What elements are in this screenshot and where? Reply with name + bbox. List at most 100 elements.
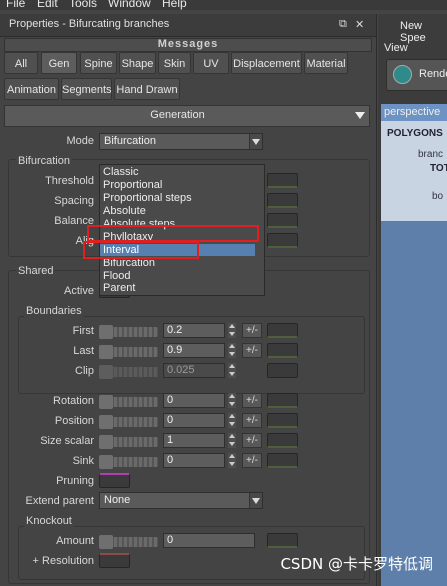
position-slider-knob[interactable] [99,415,113,429]
sink-curve-swatch[interactable] [267,453,298,468]
rotation-plusminus-button[interactable]: +/- [242,393,262,408]
mode-option-proportional[interactable]: Proportional [103,179,162,191]
size-scalar-slider-knob[interactable] [99,435,113,449]
first-curve-swatch[interactable] [267,323,298,338]
clip-field[interactable]: 0.025 [163,363,225,378]
sink-plusminus-button[interactable]: +/- [242,453,262,468]
size-scalar-field[interactable]: 1 [163,433,225,448]
rotation-slider-knob[interactable] [99,395,113,409]
position-curve-swatch[interactable] [267,413,298,428]
resolution-curve-swatch[interactable] [99,553,130,568]
properties-panel: Properties - Bifurcating branches ⧉ ✕ Me… [0,14,377,586]
spacing-curve-swatch[interactable] [267,193,298,208]
tab-shape[interactable]: Shape [119,52,156,74]
align-curve-swatch[interactable] [267,233,298,248]
viewport-tab[interactable]: New Spee [400,20,447,44]
render-button[interactable]: Rende [386,59,447,91]
menu-edit[interactable]: Edit [37,0,58,10]
last-curve-swatch[interactable] [267,343,298,358]
sink-slider[interactable] [99,455,158,469]
annotation-box-interval [87,225,259,242]
rotation-field[interactable]: 0 [163,393,225,408]
clip-slider[interactable] [99,365,158,379]
size-scalar-curve-swatch[interactable] [267,433,298,448]
last-slider[interactable] [99,345,158,359]
position-field[interactable]: 0 [163,413,225,428]
first-slider-knob[interactable] [99,325,113,339]
size-scalar-slider[interactable] [99,435,158,449]
size-scalar-plusminus-button[interactable]: +/- [242,433,262,448]
amount-slider-knob[interactable] [99,535,113,549]
last-field[interactable]: 0.9 [163,343,225,358]
tab-animation[interactable]: Animation [4,78,59,100]
position-plusminus-button[interactable]: +/- [242,413,262,428]
pruning-curve-swatch[interactable] [99,473,130,488]
mode-option-proportional-steps[interactable]: Proportional steps [103,192,192,204]
tab-segments[interactable]: Segments [61,78,112,100]
mode-option-classic[interactable]: Classic [103,166,138,178]
tab-displacement[interactable]: Displacement [231,52,302,74]
rotation-slider[interactable] [99,395,158,409]
tab-skin[interactable]: Skin [158,52,191,74]
rotation-stepper[interactable] [228,393,236,408]
perspective-tab[interactable]: perspective [381,104,447,121]
pruning-label: Pruning [56,475,94,487]
knockout-group-label: Knockout [24,515,74,527]
messages-label: Messages [157,38,219,50]
size-scalar-stepper[interactable] [228,433,236,448]
clip-stepper[interactable] [228,363,236,378]
menu-file[interactable]: File [6,0,25,10]
tab-hand-drawn[interactable]: Hand Drawn [114,78,180,100]
first-slider[interactable] [99,325,158,339]
last-slider-knob[interactable] [99,345,113,359]
mode-option-flood[interactable]: Flood [103,270,131,282]
mode-option-absolute[interactable]: Absolute [103,205,146,217]
panel-title-bar[interactable]: Properties - Bifurcating branches ⧉ ✕ [0,14,376,37]
tab-material[interactable]: Material [304,52,348,74]
rotation-curve-swatch[interactable] [267,393,298,408]
panel-title: Properties - Bifurcating branches [9,18,170,30]
extend-parent-dropdown[interactable]: None [99,492,263,509]
close-icon[interactable]: ✕ [355,18,364,31]
tab-gen[interactable]: Gen [41,52,77,74]
first-stepper[interactable] [228,323,236,338]
hud-total: TOT [430,163,447,174]
mode-option-parent[interactable]: Parent [103,282,135,294]
sink-label: Sink [72,455,94,467]
tab-spine[interactable]: Spine [80,52,117,74]
menu-help[interactable]: Help [162,0,187,10]
generation-section-header[interactable]: Generation [4,105,370,127]
clip-slider-knob[interactable] [99,365,113,379]
clip-label: Clip [75,365,94,377]
extend-parent-value: None [104,494,131,506]
position-slider[interactable] [99,415,158,429]
amount-curve-swatch[interactable] [267,533,298,548]
menu-window[interactable]: Window [108,0,151,10]
tab-uv[interactable]: UV [193,52,229,74]
balance-curve-swatch[interactable] [267,213,298,228]
hud-branch: branc [418,149,444,160]
threshold-curve-swatch[interactable] [267,173,298,188]
tab-all[interactable]: All [4,52,38,74]
globe-icon [393,65,412,84]
first-plusminus-button[interactable]: +/- [242,323,262,338]
mode-dropdown[interactable]: Bifurcation [99,133,263,150]
perspective-viewport[interactable]: perspective POLYGONS branc TOT bo [381,104,447,586]
amount-field[interactable]: 0 [163,533,255,548]
sink-field[interactable]: 0 [163,453,225,468]
last-plusminus-button[interactable]: +/- [242,343,262,358]
sink-stepper[interactable] [228,453,236,468]
extend-parent-label: Extend parent [25,495,95,507]
bifurcation-group-label: Bifurcation [16,155,72,167]
collapse-arrow-icon[interactable] [355,112,365,119]
resolution-label: + Resolution [32,555,94,567]
sink-slider-knob[interactable] [99,455,113,469]
dock-icon[interactable]: ⧉ [339,18,347,31]
last-stepper[interactable] [228,343,236,358]
messages-bar[interactable]: Messages [4,38,372,52]
first-field[interactable]: 0.2 [163,323,225,338]
clip-curve-swatch[interactable] [267,363,298,378]
menu-tools[interactable]: Tools [69,0,97,10]
position-stepper[interactable] [228,413,236,428]
amount-slider[interactable] [99,535,158,549]
